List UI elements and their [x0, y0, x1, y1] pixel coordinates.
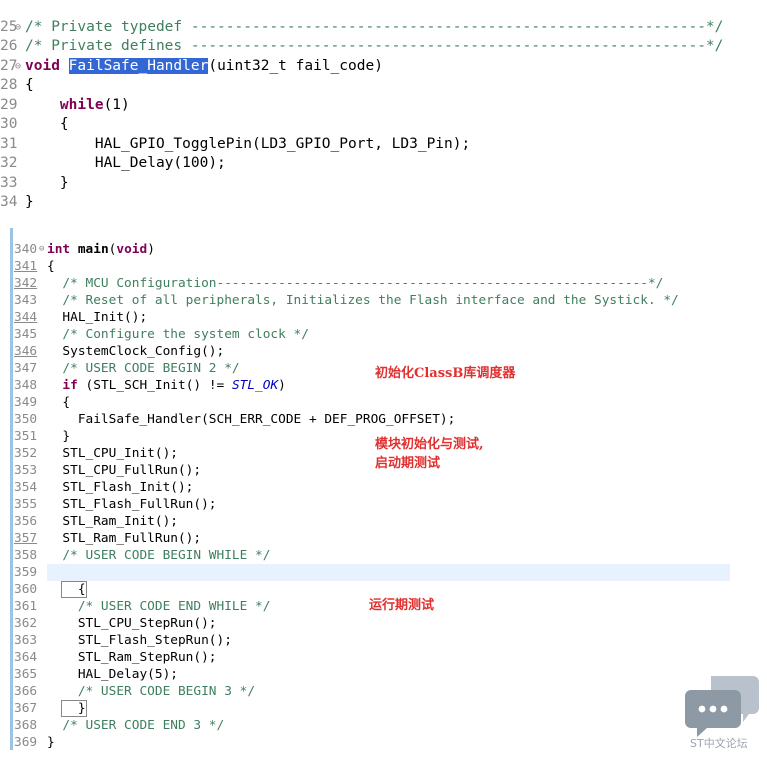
code-line[interactable]: 356 STL_Ram_Init(); — [0, 496, 767, 529]
code-line[interactable]: 25 ⊖/* Private typedef ------------------… — [0, 0, 767, 35]
editor-panel-failsafe[interactable]: 25 ⊖/* Private typedef ------------------… — [0, 0, 767, 210]
code-line[interactable]: 360 { — [0, 564, 767, 598]
code-line[interactable]: 351 } — [0, 411, 767, 444]
code-line[interactable]: 370 — [0, 734, 767, 744]
code-line[interactable]: 345 /* Configure the system clock */ — [0, 309, 767, 342]
code-line[interactable]: 366 /* USER CODE BEGIN 3 */ — [0, 666, 767, 699]
code-line[interactable]: 357 STL_Ram_FullRun(); — [0, 513, 767, 546]
code-line[interactable]: 27 ⊖ void FailSafe_Handler(uint32_t fail_c… — [0, 37, 767, 74]
code-line[interactable]: 31 HAL_GPIO_TogglePin(LD3_GPIO_Port, LD3… — [0, 115, 767, 152]
annotation-runtime-test: 运行期测试 — [369, 598, 435, 613]
code-line[interactable]: 355 STL_Flash_FullRun(); — [0, 479, 767, 512]
code-line[interactable]: 367 } — [0, 683, 767, 717]
code-line[interactable]: 26/* Private defines -------------------… — [0, 17, 767, 54]
code-line[interactable]: 358 /* USER CODE BEGIN WHILE */ — [0, 530, 767, 563]
watermark-text: ST中文论坛 — [690, 737, 748, 750]
code-line[interactable]: 32 HAL_Delay(100); — [0, 134, 767, 171]
annotation-module-init-2: 启动期测试 — [375, 456, 441, 471]
code-line[interactable]: 365 HAL_Delay(5); — [0, 649, 767, 682]
code-line[interactable]: 368 /* USER CODE END 3 */ — [0, 700, 767, 733]
code-line[interactable]: 341{ — [0, 241, 767, 274]
code-line[interactable]: 33 } — [0, 154, 767, 191]
code-line[interactable]: 343 /* Reset of all peripherals, Initial… — [0, 275, 767, 308]
code-line[interactable]: 30 { — [0, 95, 767, 132]
annotation-module-init-1: 模块初始化与测试, — [375, 437, 484, 452]
code-line[interactable]: 340 ⊖ int main(void) — [0, 224, 767, 257]
code-line[interactable]: 35 — [0, 190, 767, 200]
code-line[interactable]: 29 while(1) — [0, 76, 767, 113]
code-line[interactable]: 364 STL_Ram_StepRun(); — [0, 632, 767, 665]
code-line[interactable]: 342 /* MCU Configuration----------------… — [0, 258, 767, 291]
code-line[interactable]: 350 FailSafe_Handler(SCH_ERR_CODE + DEF_… — [0, 394, 767, 427]
code-line[interactable]: 344 HAL_Init(); — [0, 292, 767, 325]
code-line[interactable]: 369} — [0, 717, 767, 750]
code-line[interactable]: 28{ — [0, 56, 767, 93]
code-line[interactable]: 346 SystemClock_Config(); — [0, 326, 767, 359]
code-line[interactable]: 359 while (1) — [0, 547, 767, 580]
editor-panel-main[interactable]: 340 ⊖ int main(void) 341{ 342 /* MCU Confi… — [0, 212, 767, 757]
code-line[interactable]: 347 /* USER CODE BEGIN 2 */ — [0, 343, 767, 376]
annotation-classb-init: 初始化ClassB库调度器 — [375, 366, 516, 381]
code-line[interactable]: 363 STL_Flash_StepRun(); — [0, 615, 767, 648]
